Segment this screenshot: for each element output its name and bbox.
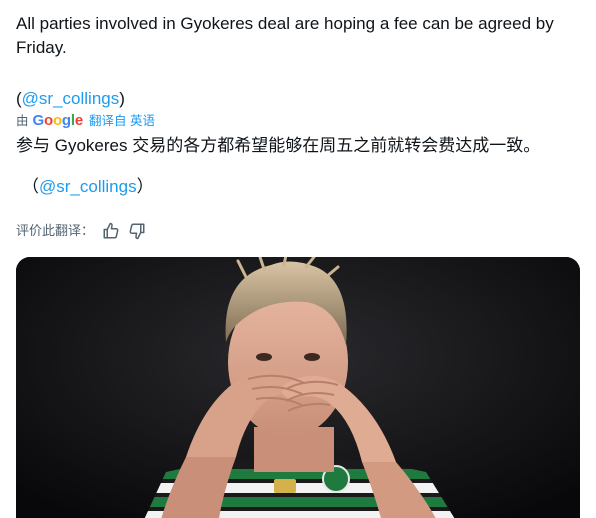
translated-from-link[interactable]: 翻译自 英语 [89,112,155,130]
rate-translation-label: 评价此翻译： [16,223,95,238]
translated-mention-open-paren: （ [22,177,39,196]
google-logo-letter: o [43,112,53,129]
tweet-text: All parties involved in Gyokeres deal ar… [16,12,576,60]
translated-by-label: 由 [16,114,29,128]
translated-tweet-text: 参与 Gyokeres 交易的各方都希望能够在周五之前就转会费达成一致。 [16,136,541,155]
thumbs-down-icon[interactable] [128,222,146,240]
google-logo-letter: G [32,112,45,129]
tweet-photo[interactable] [16,257,580,518]
google-logo: Google [33,112,84,130]
mention-close-paren: ) [119,89,125,108]
translation-attribution: 由 Google 翻译自 英语 [16,112,155,130]
translated-mention-link[interactable]: @sr_collings [39,177,137,196]
thumbs-up-icon[interactable] [102,222,120,240]
google-logo-letter: e [74,112,84,129]
translated-mention-close-paren: ） [136,177,154,196]
rate-translation-row: 评价此翻译： [16,222,146,240]
photo-footballer-illustration [16,257,580,518]
google-logo-letter: o [52,112,62,129]
google-logo-letter: g [61,112,71,129]
tweet-text-line-1: All parties involved in Gyokeres deal ar… [16,14,554,33]
translated-mention-line: （@sr_collings） [22,175,154,199]
tweet-text-line-2: Friday. [16,38,67,57]
mention-link[interactable]: @sr_collings [22,89,120,108]
tweet-mention-line: (@sr_collings) [16,87,125,111]
